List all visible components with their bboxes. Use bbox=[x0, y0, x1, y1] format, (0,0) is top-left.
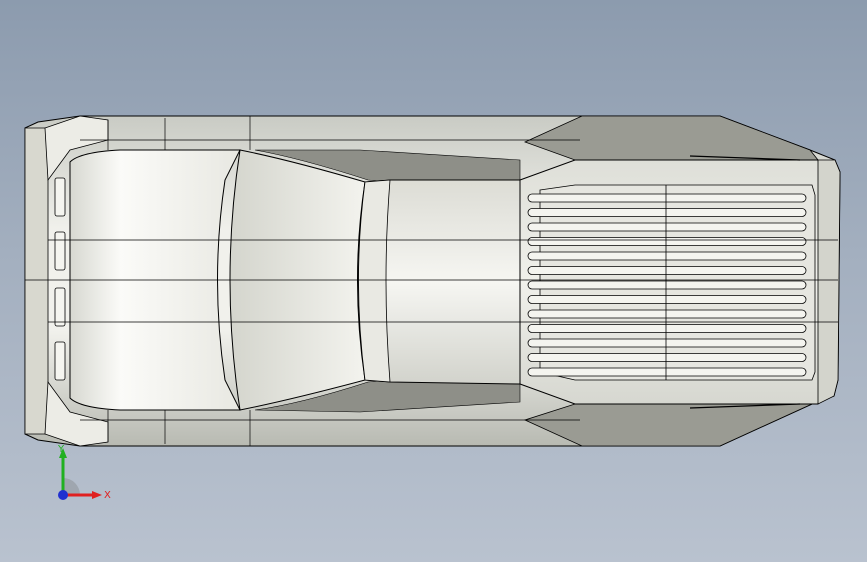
bed-slat bbox=[527, 222, 807, 232]
bed-slat bbox=[527, 266, 807, 275]
bed-slat bbox=[527, 324, 807, 333]
roof-front-edge bbox=[358, 179, 391, 383]
tailgate[interactable] bbox=[817, 159, 841, 405]
y-axis-label: Y bbox=[57, 444, 65, 455]
bed-slat bbox=[527, 280, 807, 290]
bed-slat bbox=[527, 338, 807, 348]
3d-viewport[interactable]: Y X bbox=[0, 0, 867, 562]
bed-slat bbox=[527, 251, 807, 261]
bed-slat bbox=[527, 237, 807, 246]
bed-slat bbox=[527, 367, 807, 377]
coordinate-triad: Y X bbox=[57, 444, 111, 501]
bed-slat bbox=[527, 208, 807, 217]
x-axis-label: X bbox=[104, 490, 111, 501]
truck-model[interactable] bbox=[0, 0, 867, 562]
bed-slat bbox=[527, 309, 807, 319]
bed-slat bbox=[527, 353, 807, 362]
origin-icon bbox=[58, 490, 68, 500]
bed-slat bbox=[527, 193, 807, 203]
bed-slat bbox=[527, 295, 807, 304]
right-upper-fender-shade bbox=[523, 115, 819, 161]
